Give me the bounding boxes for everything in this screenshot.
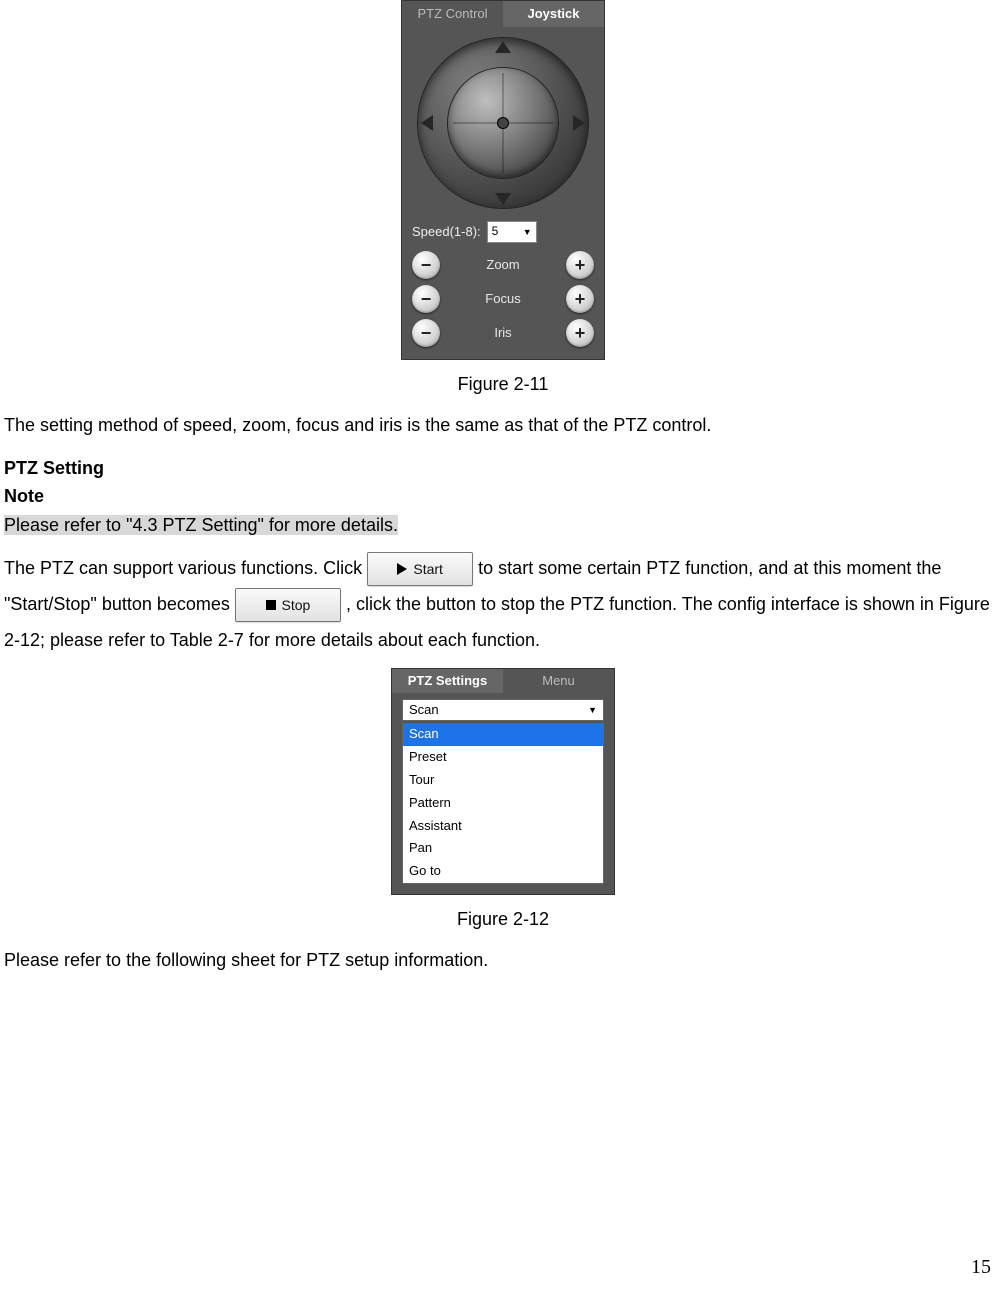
option-assistant[interactable]: Assistant bbox=[403, 815, 603, 838]
joystick-center bbox=[498, 118, 508, 128]
play-icon bbox=[397, 563, 407, 575]
zoom-label: Zoom bbox=[440, 255, 566, 276]
page-number: 15 bbox=[971, 1251, 991, 1283]
iris-minus-button[interactable]: − bbox=[412, 319, 440, 347]
function-option-list: Scan Preset Tour Pattern Assistant Pan G… bbox=[402, 723, 604, 884]
start-button-label: Start bbox=[413, 555, 443, 583]
stop-button[interactable]: Stop bbox=[235, 588, 341, 622]
joystick-down-arrow[interactable] bbox=[495, 193, 511, 205]
speed-label: Speed(1-8): bbox=[412, 222, 481, 243]
text: The PTZ can support various functions. C… bbox=[4, 558, 367, 578]
speed-value: 5 bbox=[492, 222, 499, 241]
joystick-left-arrow[interactable] bbox=[421, 115, 433, 131]
paragraph: Please refer to the following sheet for … bbox=[4, 946, 1002, 975]
stop-button-label: Stop bbox=[282, 591, 311, 619]
start-button[interactable]: Start bbox=[367, 552, 473, 586]
tab-menu[interactable]: Menu bbox=[503, 669, 614, 693]
option-pan[interactable]: Pan bbox=[403, 837, 603, 860]
ptz-settings-panel: PTZ Settings Menu Scan ▼ Scan Preset Tou… bbox=[391, 668, 615, 895]
tab-ptz-control[interactable]: PTZ Control bbox=[402, 1, 503, 27]
figure-caption-2-12: Figure 2-12 bbox=[4, 905, 1002, 934]
option-pattern[interactable]: Pattern bbox=[403, 792, 603, 815]
zoom-minus-button[interactable]: − bbox=[412, 251, 440, 279]
option-scan[interactable]: Scan bbox=[403, 723, 603, 746]
function-select-value: Scan bbox=[409, 700, 439, 721]
focus-minus-button[interactable]: − bbox=[412, 285, 440, 313]
stop-icon bbox=[266, 600, 276, 610]
heading-note: Note bbox=[4, 482, 1002, 511]
zoom-plus-button[interactable]: + bbox=[566, 251, 594, 279]
ptz-joystick-panel: PTZ Control Joystick Speed(1-8): 5 ▼ bbox=[401, 0, 605, 360]
chevron-down-icon: ▼ bbox=[523, 225, 532, 239]
joystick-up-arrow[interactable] bbox=[495, 41, 511, 53]
option-preset[interactable]: Preset bbox=[403, 746, 603, 769]
paragraph: The setting method of speed, zoom, focus… bbox=[4, 411, 1002, 440]
paragraph: The PTZ can support various functions. C… bbox=[4, 550, 1002, 659]
focus-label: Focus bbox=[440, 289, 566, 310]
tab-joystick[interactable]: Joystick bbox=[503, 1, 604, 27]
option-goto[interactable]: Go to bbox=[403, 860, 603, 883]
chevron-down-icon: ▼ bbox=[588, 703, 597, 717]
iris-plus-button[interactable]: + bbox=[566, 319, 594, 347]
tab-ptz-settings[interactable]: PTZ Settings bbox=[392, 669, 503, 693]
function-select[interactable]: Scan ▼ bbox=[402, 699, 604, 721]
figure-caption-2-11: Figure 2-11 bbox=[4, 370, 1002, 399]
joystick-right-arrow[interactable] bbox=[573, 115, 585, 131]
focus-plus-button[interactable]: + bbox=[566, 285, 594, 313]
heading-ptz-setting: PTZ Setting bbox=[4, 454, 1002, 483]
joystick-control[interactable] bbox=[413, 33, 593, 213]
iris-label: Iris bbox=[440, 323, 566, 344]
speed-select[interactable]: 5 ▼ bbox=[487, 221, 537, 243]
note-text: Please refer to "4.3 PTZ Setting" for mo… bbox=[4, 515, 398, 535]
option-tour[interactable]: Tour bbox=[403, 769, 603, 792]
